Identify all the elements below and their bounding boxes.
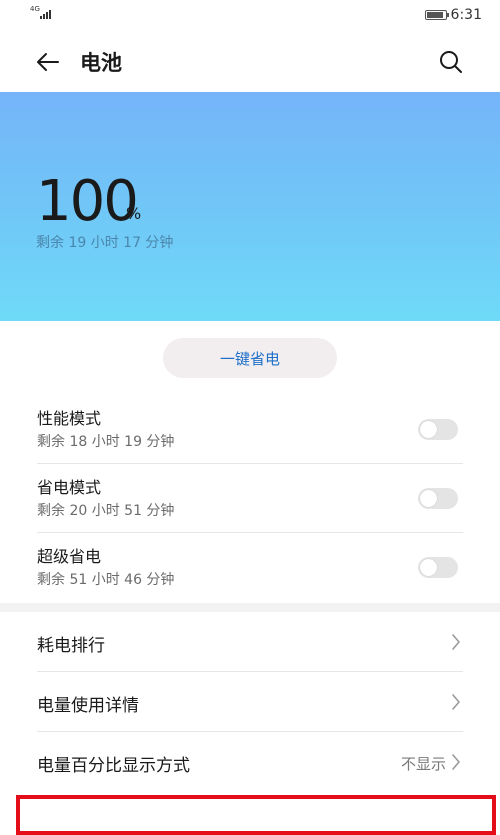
mode-title: 超级省电 [37, 547, 102, 566]
mode-remaining: 剩余 18 小时 19 分钟 [37, 434, 175, 450]
chevron-right-icon [452, 634, 460, 650]
battery-icon [424, 10, 449, 20]
mode-row-ultra-saving[interactable]: 超级省电 剩余 51 小时 46 分钟 [0, 533, 500, 602]
section-separator [0, 603, 500, 612]
list-item-usage-details[interactable]: 电量使用详情 [0, 672, 500, 732]
toggle-knob [420, 421, 437, 438]
network-type: 4G [30, 5, 40, 13]
status-time: 6:31 [450, 7, 482, 23]
ultra-saving-mode-toggle[interactable] [418, 557, 458, 578]
mode-remaining: 剩余 20 小时 51 分钟 [37, 503, 175, 519]
battery-percent-sign: % [126, 204, 142, 223]
toggle-knob [420, 490, 437, 507]
page-title: 电池 [80, 51, 122, 75]
status-bar: 4G 6:31 [0, 0, 500, 32]
chevron-right-icon [452, 754, 460, 770]
signal-icon: 4G [30, 6, 51, 19]
list-item-label: 电量百分比显示方式 [37, 756, 190, 776]
one-tap-save-label: 一键省电 [219, 349, 280, 368]
highlight-annotation-box [16, 795, 496, 835]
performance-mode-toggle[interactable] [418, 419, 458, 440]
back-button[interactable] [34, 48, 62, 76]
mode-title: 省电模式 [37, 478, 102, 497]
chevron-right-icon [452, 694, 460, 710]
battery-remaining-time: 剩余 19 小时 17 分钟 [36, 235, 174, 251]
mode-row-performance[interactable]: 性能模式 剩余 18 小时 19 分钟 [0, 395, 500, 464]
mode-title: 性能模式 [37, 409, 102, 428]
search-button[interactable] [436, 47, 466, 77]
list-item-power-ranking[interactable]: 耗电排行 [0, 612, 500, 672]
battery-percent: 100 [36, 169, 139, 234]
list-item-value: 不显示 [400, 755, 446, 773]
mode-row-power-saving[interactable]: 省电模式 剩余 20 小时 51 分钟 [0, 464, 500, 533]
toggle-knob [420, 559, 437, 576]
status-right: 6:31 [424, 7, 482, 23]
mode-remaining: 剩余 51 小时 46 分钟 [37, 572, 175, 588]
power-saving-mode-toggle[interactable] [418, 488, 458, 509]
search-icon [440, 51, 462, 73]
list-item-percentage-display[interactable]: 电量百分比显示方式 不显示 [0, 732, 500, 792]
list-item-label: 耗电排行 [37, 636, 105, 656]
battery-hero: 100 % 剩余 19 小时 17 分钟 [0, 92, 500, 321]
back-arrow-icon [37, 53, 59, 71]
list-item-label: 电量使用详情 [37, 696, 139, 716]
one-tap-save-button[interactable]: 一键省电 [163, 338, 337, 378]
app-bar: 电池 [0, 32, 500, 92]
